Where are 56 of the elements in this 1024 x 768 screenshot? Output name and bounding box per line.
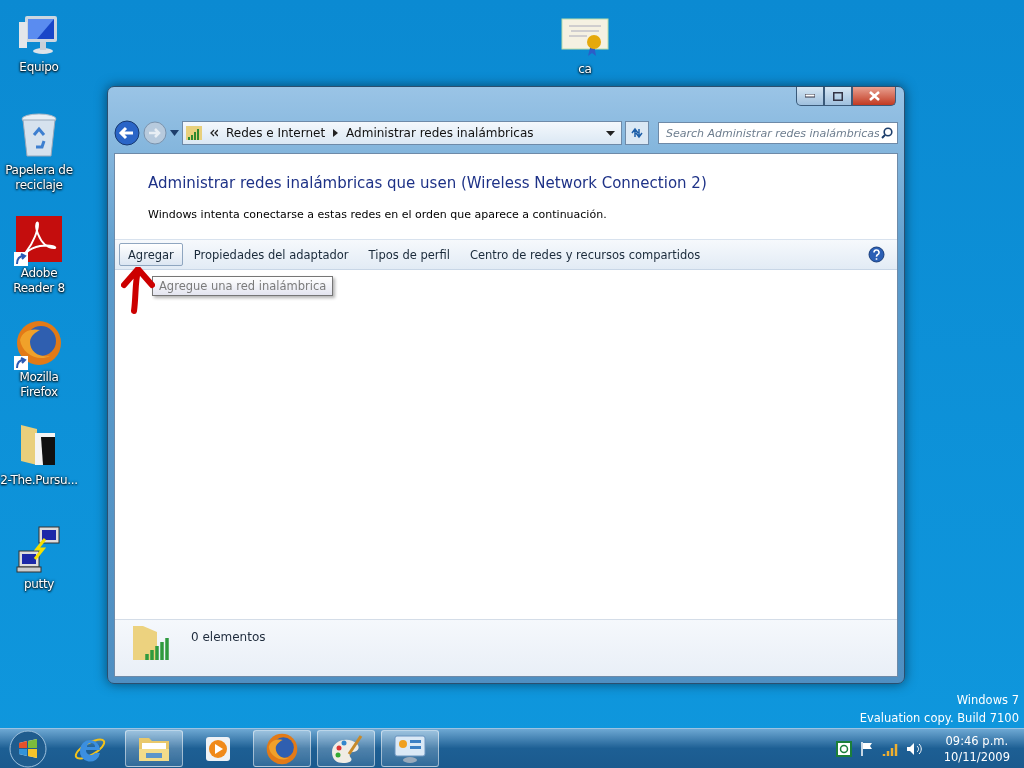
search-icon (881, 127, 893, 139)
minimize-icon (805, 94, 815, 98)
certificate-icon (561, 18, 609, 58)
os-build-text: Evaluation copy. Build 7100 (859, 710, 1019, 727)
dropdown-icon[interactable] (606, 130, 615, 136)
tray-app-icon[interactable] (835, 740, 852, 757)
control-panel-icon[interactable] (393, 733, 427, 764)
toolbar-button[interactable]: Tipos de perfil (359, 243, 459, 266)
play-icon[interactable] (205, 735, 231, 762)
back-button[interactable] (114, 120, 140, 146)
tooltip: Agregue una red inalámbrica (152, 276, 334, 296)
address-bar[interactable]: Redes e Internet Administrar redes inalámbricas (182, 121, 622, 145)
networked-computers-icon (15, 525, 63, 573)
toolbar-button[interactable]: Agregar (119, 243, 183, 266)
taskbar-button[interactable] (381, 730, 439, 767)
taskbar-button[interactable] (317, 730, 375, 767)
clock[interactable]: 09:46 p.m. 10/11/2009 (943, 732, 1010, 765)
maximize-icon (833, 91, 843, 101)
palette-icon[interactable] (329, 733, 363, 764)
breadcrumb-item[interactable]: Redes e Internet (226, 126, 326, 140)
annotation-arrow-drawing (121, 267, 155, 315)
refresh-icon (630, 127, 644, 139)
start-button[interactable] (9, 729, 47, 768)
toolbar-button[interactable]: Propiedades del adaptador (184, 243, 358, 266)
double-chevron-icon (210, 129, 218, 137)
clock-time: 09:46 p.m. (945, 732, 1009, 749)
desktop-icon-label[interactable]: ca (578, 62, 592, 77)
clock-date: 10/11/2009 (943, 748, 1010, 765)
item-count-text: 0 elementos (191, 630, 266, 644)
page-heading: Administrar redes inalámbricas que usen (Wireless Network Connection 2) (148, 174, 708, 192)
minimize-button[interactable] (796, 87, 824, 106)
chevron-right-icon (333, 129, 339, 137)
help-icon[interactable] (868, 246, 885, 263)
toolbar-button[interactable]: Centro de redes y recursos compartidos (460, 243, 710, 266)
history-dropdown-icon[interactable] (170, 130, 179, 136)
globe-fox-icon[interactable] (266, 732, 298, 765)
recycle-bin-icon (20, 113, 58, 159)
taskbar-button[interactable] (125, 730, 183, 767)
pdf-reader-icon (16, 216, 62, 262)
taskbar-button[interactable] (253, 730, 311, 767)
description-text: Windows intenta conectarse a estas redes en el orden que aparece a continuación. (148, 208, 608, 221)
speaker-icon[interactable] (905, 741, 922, 756)
desktop-icon-label[interactable]: Papelera de reciclaje (0, 163, 78, 193)
desktop-icon-label[interactable]: Equipo (19, 60, 59, 75)
signal-bars-icon[interactable] (881, 741, 898, 756)
desktop-icon-label[interactable]: Adobe Reader 8 (0, 266, 78, 296)
os-build-text: Windows 7 (956, 692, 1019, 709)
globe-fox-icon (16, 320, 62, 366)
flag-icon[interactable] (859, 741, 874, 756)
maximize-button[interactable] (824, 87, 852, 106)
breadcrumb-item[interactable]: Administrar redes inalámbricas (346, 126, 534, 140)
search-field[interactable]: Search Administrar redes inalámbricas (658, 122, 898, 144)
close-icon (868, 91, 880, 101)
refresh-button[interactable] (625, 121, 649, 145)
close-button[interactable] (852, 87, 896, 106)
signal-bars-icon (186, 126, 202, 140)
